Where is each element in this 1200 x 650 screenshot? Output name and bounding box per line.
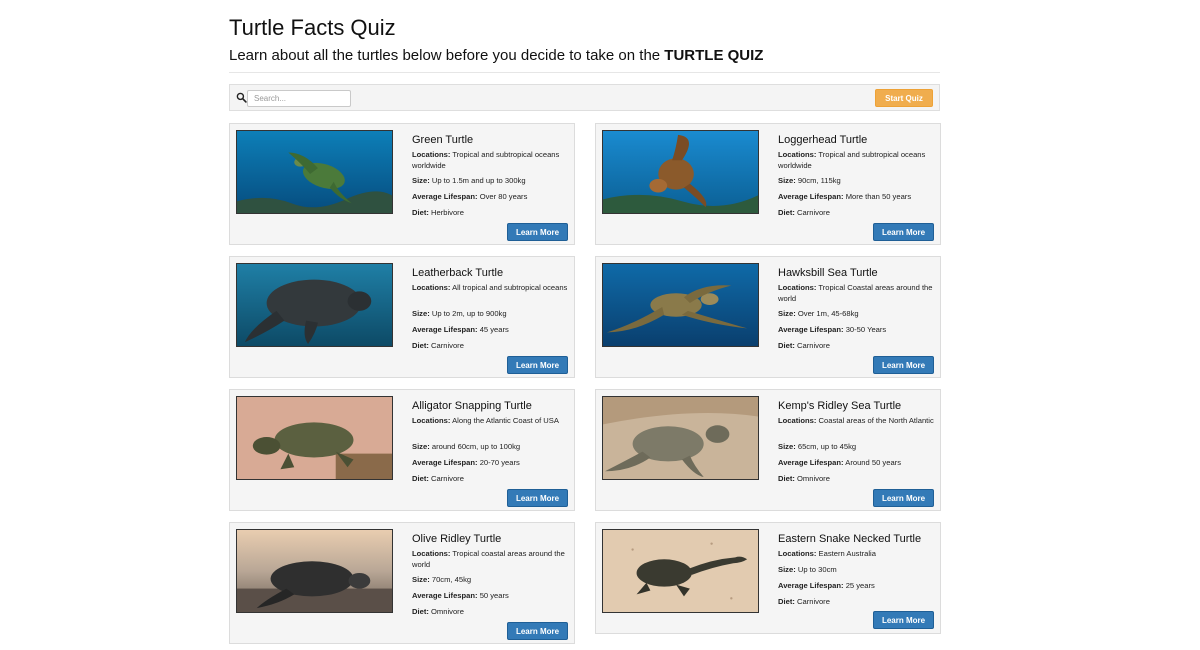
turtle-image <box>236 263 393 347</box>
locations-fact: Locations: All tropical and subtropical … <box>412 283 568 292</box>
turtle-card: Hawksbill Sea Turtle Locations: Tropical… <box>595 256 941 378</box>
learn-more-button[interactable]: Learn More <box>873 356 934 374</box>
turtle-card: Alligator Snapping Turtle Locations: Alo… <box>229 389 575 511</box>
diet-fact: Diet: Omnivore <box>412 607 464 616</box>
turtle-grid: Green Turtle Locations: Tropical and sub… <box>229 123 942 650</box>
diet-fact: Diet: Herbivore <box>412 208 464 217</box>
turtle-name: Olive Ridley Turtle <box>412 533 502 545</box>
size-fact: Size: Up to 2m, up to 900kg <box>412 309 507 318</box>
size-fact: Size: 70cm, 45kg <box>412 575 472 584</box>
subtitle-emphasis: TURTLE QUIZ <box>664 47 764 64</box>
diet-fact: Diet: Carnivore <box>778 341 830 350</box>
turtle-image <box>236 396 393 480</box>
turtle-name: Hawksbill Sea Turtle <box>778 267 878 279</box>
turtle-card: Leatherback Turtle Locations: All tropic… <box>229 256 575 378</box>
diet-fact: Diet: Carnivore <box>778 208 830 217</box>
lifespan-fact: Average Lifespan: 50 years <box>412 591 509 600</box>
size-fact: Size: Up to 1.5m and up to 300kg <box>412 176 526 185</box>
diet-fact: Diet: Carnivore <box>778 597 830 606</box>
page-subtitle: Learn about all the turtles below before… <box>229 47 763 64</box>
locations-fact: Locations: Coastal areas of the North At… <box>778 416 934 425</box>
lifespan-fact: Average Lifespan: Over 80 years <box>412 192 528 201</box>
turtle-name: Loggerhead Turtle <box>778 134 868 146</box>
turtle-image <box>602 396 759 480</box>
size-fact: Size: around 60cm, up to 100kg <box>412 442 521 451</box>
page-title: Turtle Facts Quiz <box>229 15 396 40</box>
diet-fact: Diet: Omnivore <box>778 474 830 483</box>
turtle-image <box>236 130 393 214</box>
locations-fact: Locations: Tropical coastal areas around… <box>412 549 565 569</box>
diet-fact: Diet: Carnivore <box>412 341 464 350</box>
learn-more-button[interactable]: Learn More <box>873 611 934 629</box>
title-divider <box>229 72 940 73</box>
learn-more-button[interactable]: Learn More <box>507 489 568 507</box>
turtle-card: Green Turtle Locations: Tropical and sub… <box>229 123 575 245</box>
lifespan-fact: Average Lifespan: 20-70 years <box>412 458 520 467</box>
size-fact: Size: 65cm, up to 45kg <box>778 442 857 451</box>
learn-more-button[interactable]: Learn More <box>507 223 568 241</box>
lifespan-fact: Average Lifespan: 25 years <box>778 581 875 590</box>
diet-fact: Diet: Carnivore <box>412 474 464 483</box>
locations-fact: Locations: Eastern Australia <box>778 549 876 558</box>
learn-more-button[interactable]: Learn More <box>507 356 568 374</box>
size-fact: Size: Over 1m, 45-68kg <box>778 309 859 318</box>
turtle-card: Loggerhead Turtle Locations: Tropical an… <box>595 123 941 245</box>
locations-fact: Locations: Along the Atlantic Coast of U… <box>412 416 559 425</box>
search-input[interactable] <box>247 90 351 107</box>
turtle-name: Kemp's Ridley Sea Turtle <box>778 400 902 412</box>
turtle-image <box>602 263 759 347</box>
lifespan-fact: Average Lifespan: Around 50 years <box>778 458 901 467</box>
subtitle-text: Learn about all the turtles below before… <box>229 47 665 64</box>
locations-fact: Locations: Tropical and subtropical ocea… <box>412 150 560 170</box>
turtle-card: Kemp's Ridley Sea Turtle Locations: Coas… <box>595 389 941 511</box>
turtle-card: Olive Ridley Turtle Locations: Tropical … <box>229 522 575 644</box>
lifespan-fact: Average Lifespan: More than 50 years <box>778 192 912 201</box>
locations-fact: Locations: Tropical and subtropical ocea… <box>778 150 926 170</box>
turtle-name: Leatherback Turtle <box>412 267 504 279</box>
size-fact: Size: Up to 30cm <box>778 565 837 574</box>
lifespan-fact: Average Lifespan: 45 years <box>412 325 509 334</box>
turtle-name: Green Turtle <box>412 134 474 146</box>
size-fact: Size: 90cm, 115kg <box>778 176 841 185</box>
start-quiz-button[interactable]: Start Quiz <box>875 89 933 107</box>
turtle-image <box>602 529 759 613</box>
learn-more-button[interactable]: Learn More <box>873 223 934 241</box>
turtle-image <box>236 529 393 613</box>
search-icon <box>236 92 247 103</box>
learn-more-button[interactable]: Learn More <box>873 489 934 507</box>
toolbar: Start Quiz <box>229 84 940 111</box>
lifespan-fact: Average Lifespan: 30-50 Years <box>778 325 887 334</box>
turtle-name: Eastern Snake Necked Turtle <box>778 533 922 545</box>
learn-more-button[interactable]: Learn More <box>507 622 568 640</box>
turtle-image <box>602 130 759 214</box>
locations-fact: Locations: Tropical Coastal areas around… <box>778 283 933 303</box>
turtle-card: Eastern Snake Necked Turtle Locations: E… <box>595 522 941 634</box>
turtle-name: Alligator Snapping Turtle <box>412 400 532 412</box>
